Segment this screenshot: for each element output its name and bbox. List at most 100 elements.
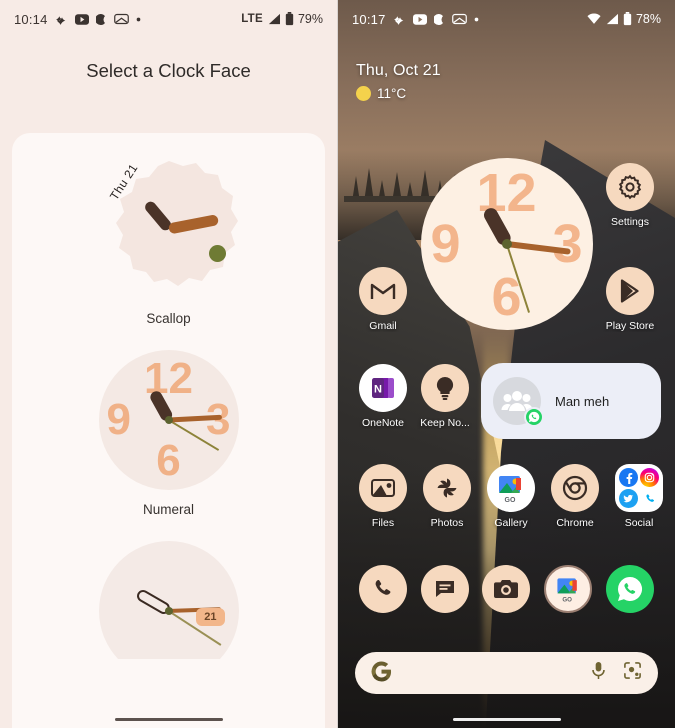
google-search-bar[interactable]: [355, 652, 658, 694]
status-time: 10:17: [352, 11, 386, 27]
status-bar-left: 10:14 LTE 79%: [0, 0, 337, 38]
numeral-6: 6: [156, 436, 181, 485]
app-label: Settings: [611, 216, 649, 228]
clock-face-option-numeral[interactable]: 12 3 6 9 Numeral: [12, 350, 325, 517]
app-icon-play-store[interactable]: Play Store: [599, 267, 661, 332]
app-label: Files: [371, 517, 395, 529]
gear-icon: [606, 163, 654, 211]
numeral-face-preview[interactable]: 12 3 6 9: [98, 350, 239, 490]
signal-icon: [267, 13, 281, 25]
current-date: Thu, Oct 21: [356, 62, 441, 79]
youtube-icon: [412, 13, 427, 25]
clock-pivot: [164, 416, 173, 424]
google-lens-icon[interactable]: [623, 661, 642, 685]
navigation-bar-right: [338, 717, 675, 721]
date-weather-widget[interactable]: Thu, Oct 21 11°C: [356, 62, 441, 101]
battery-percent: 78%: [635, 12, 661, 26]
files-icon: [359, 464, 407, 512]
svg-text:N: N: [374, 384, 382, 396]
app-label: Gmail: [369, 320, 397, 332]
numeral-3: 3: [552, 214, 583, 274]
home-gesture-pill[interactable]: [114, 717, 223, 721]
status-bar-left-group: 10:17: [352, 12, 479, 27]
dot-icon: [474, 17, 479, 22]
gallery-go-icon[interactable]: GO: [544, 565, 593, 613]
phone-icon[interactable]: [358, 565, 407, 613]
screenshot-root: 10:14 LTE 79% Select a Clock Face Thu 21…: [0, 0, 675, 728]
app-label: Chrome: [556, 517, 594, 529]
home-gesture-pill[interactable]: [452, 717, 561, 721]
app-icon-photos[interactable]: Photos: [416, 464, 478, 529]
clock-pivot: [501, 239, 512, 249]
app-icon-gallery[interactable]: GO Gallery: [480, 464, 542, 529]
app-label: Play Store: [605, 320, 655, 332]
whatsapp-icon: [524, 407, 544, 427]
search-actions: [590, 661, 642, 685]
zen-mode-icon: [55, 13, 68, 26]
numeral-9: 9: [430, 214, 461, 274]
complication-dot: [208, 245, 226, 262]
svg-text:GO: GO: [505, 497, 516, 504]
play-store-icon: [606, 267, 654, 315]
app-icon-files[interactable]: Files: [352, 464, 414, 529]
clock-face-list[interactable]: Thu 21 Scallop 12 3 6 9: [12, 133, 325, 728]
scallop-face-preview[interactable]: Thu 21: [99, 159, 239, 299]
app-label: Gallery: [494, 517, 528, 529]
app-icon-settings[interactable]: Settings: [599, 163, 661, 228]
photos-pinwheel-icon: [423, 464, 471, 512]
status-bar-left-group: 10:14: [14, 12, 141, 27]
dot-icon: [136, 17, 141, 22]
svg-text:GO: GO: [563, 596, 573, 603]
temperature: 11°C: [377, 86, 407, 101]
clock-pivot: [164, 607, 173, 615]
mail-icon: [113, 13, 129, 25]
status-bar-right: 10:17 78%: [338, 0, 675, 38]
battery-icon: [285, 12, 294, 26]
dock: GO: [338, 565, 675, 613]
app-label: Social: [624, 517, 654, 529]
do-not-disturb-moon-icon: [433, 13, 445, 26]
navigation-bar-left: [0, 717, 337, 721]
home-screen: 10:17 78% Thu, Oct 21 11°C 12 3 6 9 Gmai…: [338, 0, 675, 728]
clock-face-label-numeral: Numeral: [142, 502, 194, 517]
clock-face-option-scallop[interactable]: Thu 21 Scallop: [12, 159, 325, 326]
chrome-icon: [551, 464, 599, 512]
contact-name: Man meh: [555, 393, 610, 409]
instagram-icon: [640, 468, 659, 487]
contact-widget[interactable]: Man meh: [481, 363, 661, 439]
battery-percent: 79%: [297, 12, 323, 26]
gallery-go-icon: GO: [487, 464, 535, 512]
date-badge: 21: [196, 608, 225, 626]
facebook-icon: [619, 468, 638, 487]
status-bar-right-group: 78%: [587, 12, 661, 26]
signal-icon: [605, 13, 619, 25]
lightbulb-icon: [421, 364, 469, 412]
analog-clock-widget[interactable]: 12 3 6 9: [420, 158, 593, 330]
group-avatar-icon: [493, 377, 544, 427]
whatsapp-icon[interactable]: [606, 565, 655, 613]
numeral-9: 9: [106, 395, 131, 444]
app-label: OneNote: [361, 417, 405, 429]
third-face-preview[interactable]: 21: [98, 541, 239, 659]
microphone-icon[interactable]: [590, 661, 607, 685]
app-icon-gmail[interactable]: Gmail: [352, 267, 414, 332]
app-folder-social[interactable]: Social: [608, 464, 670, 529]
app-icon-keep-notes[interactable]: Keep No...: [414, 364, 476, 429]
mail-icon: [451, 13, 467, 25]
status-bar-right-group: LTE 79%: [241, 12, 323, 26]
messages-icon[interactable]: [420, 565, 469, 613]
app-icon-onenote[interactable]: N OneNote: [352, 364, 414, 429]
clock-face-picker-screen: 10:14 LTE 79% Select a Clock Face Thu 21…: [0, 0, 338, 728]
battery-icon: [623, 12, 632, 26]
youtube-icon: [74, 13, 89, 25]
clock-face-label-scallop: Scallop: [146, 311, 191, 326]
app-label: Photos: [430, 517, 464, 529]
page-title: Select a Clock Face: [86, 60, 251, 81]
camera-icon[interactable]: [482, 565, 531, 613]
app-icon-chrome[interactable]: Chrome: [544, 464, 606, 529]
twitter-icon: [619, 489, 638, 508]
clock-face-option-third[interactable]: 21: [12, 541, 325, 659]
status-time: 10:14: [14, 11, 48, 27]
dock-row: GO: [338, 565, 675, 613]
folder-icon: [615, 464, 663, 512]
